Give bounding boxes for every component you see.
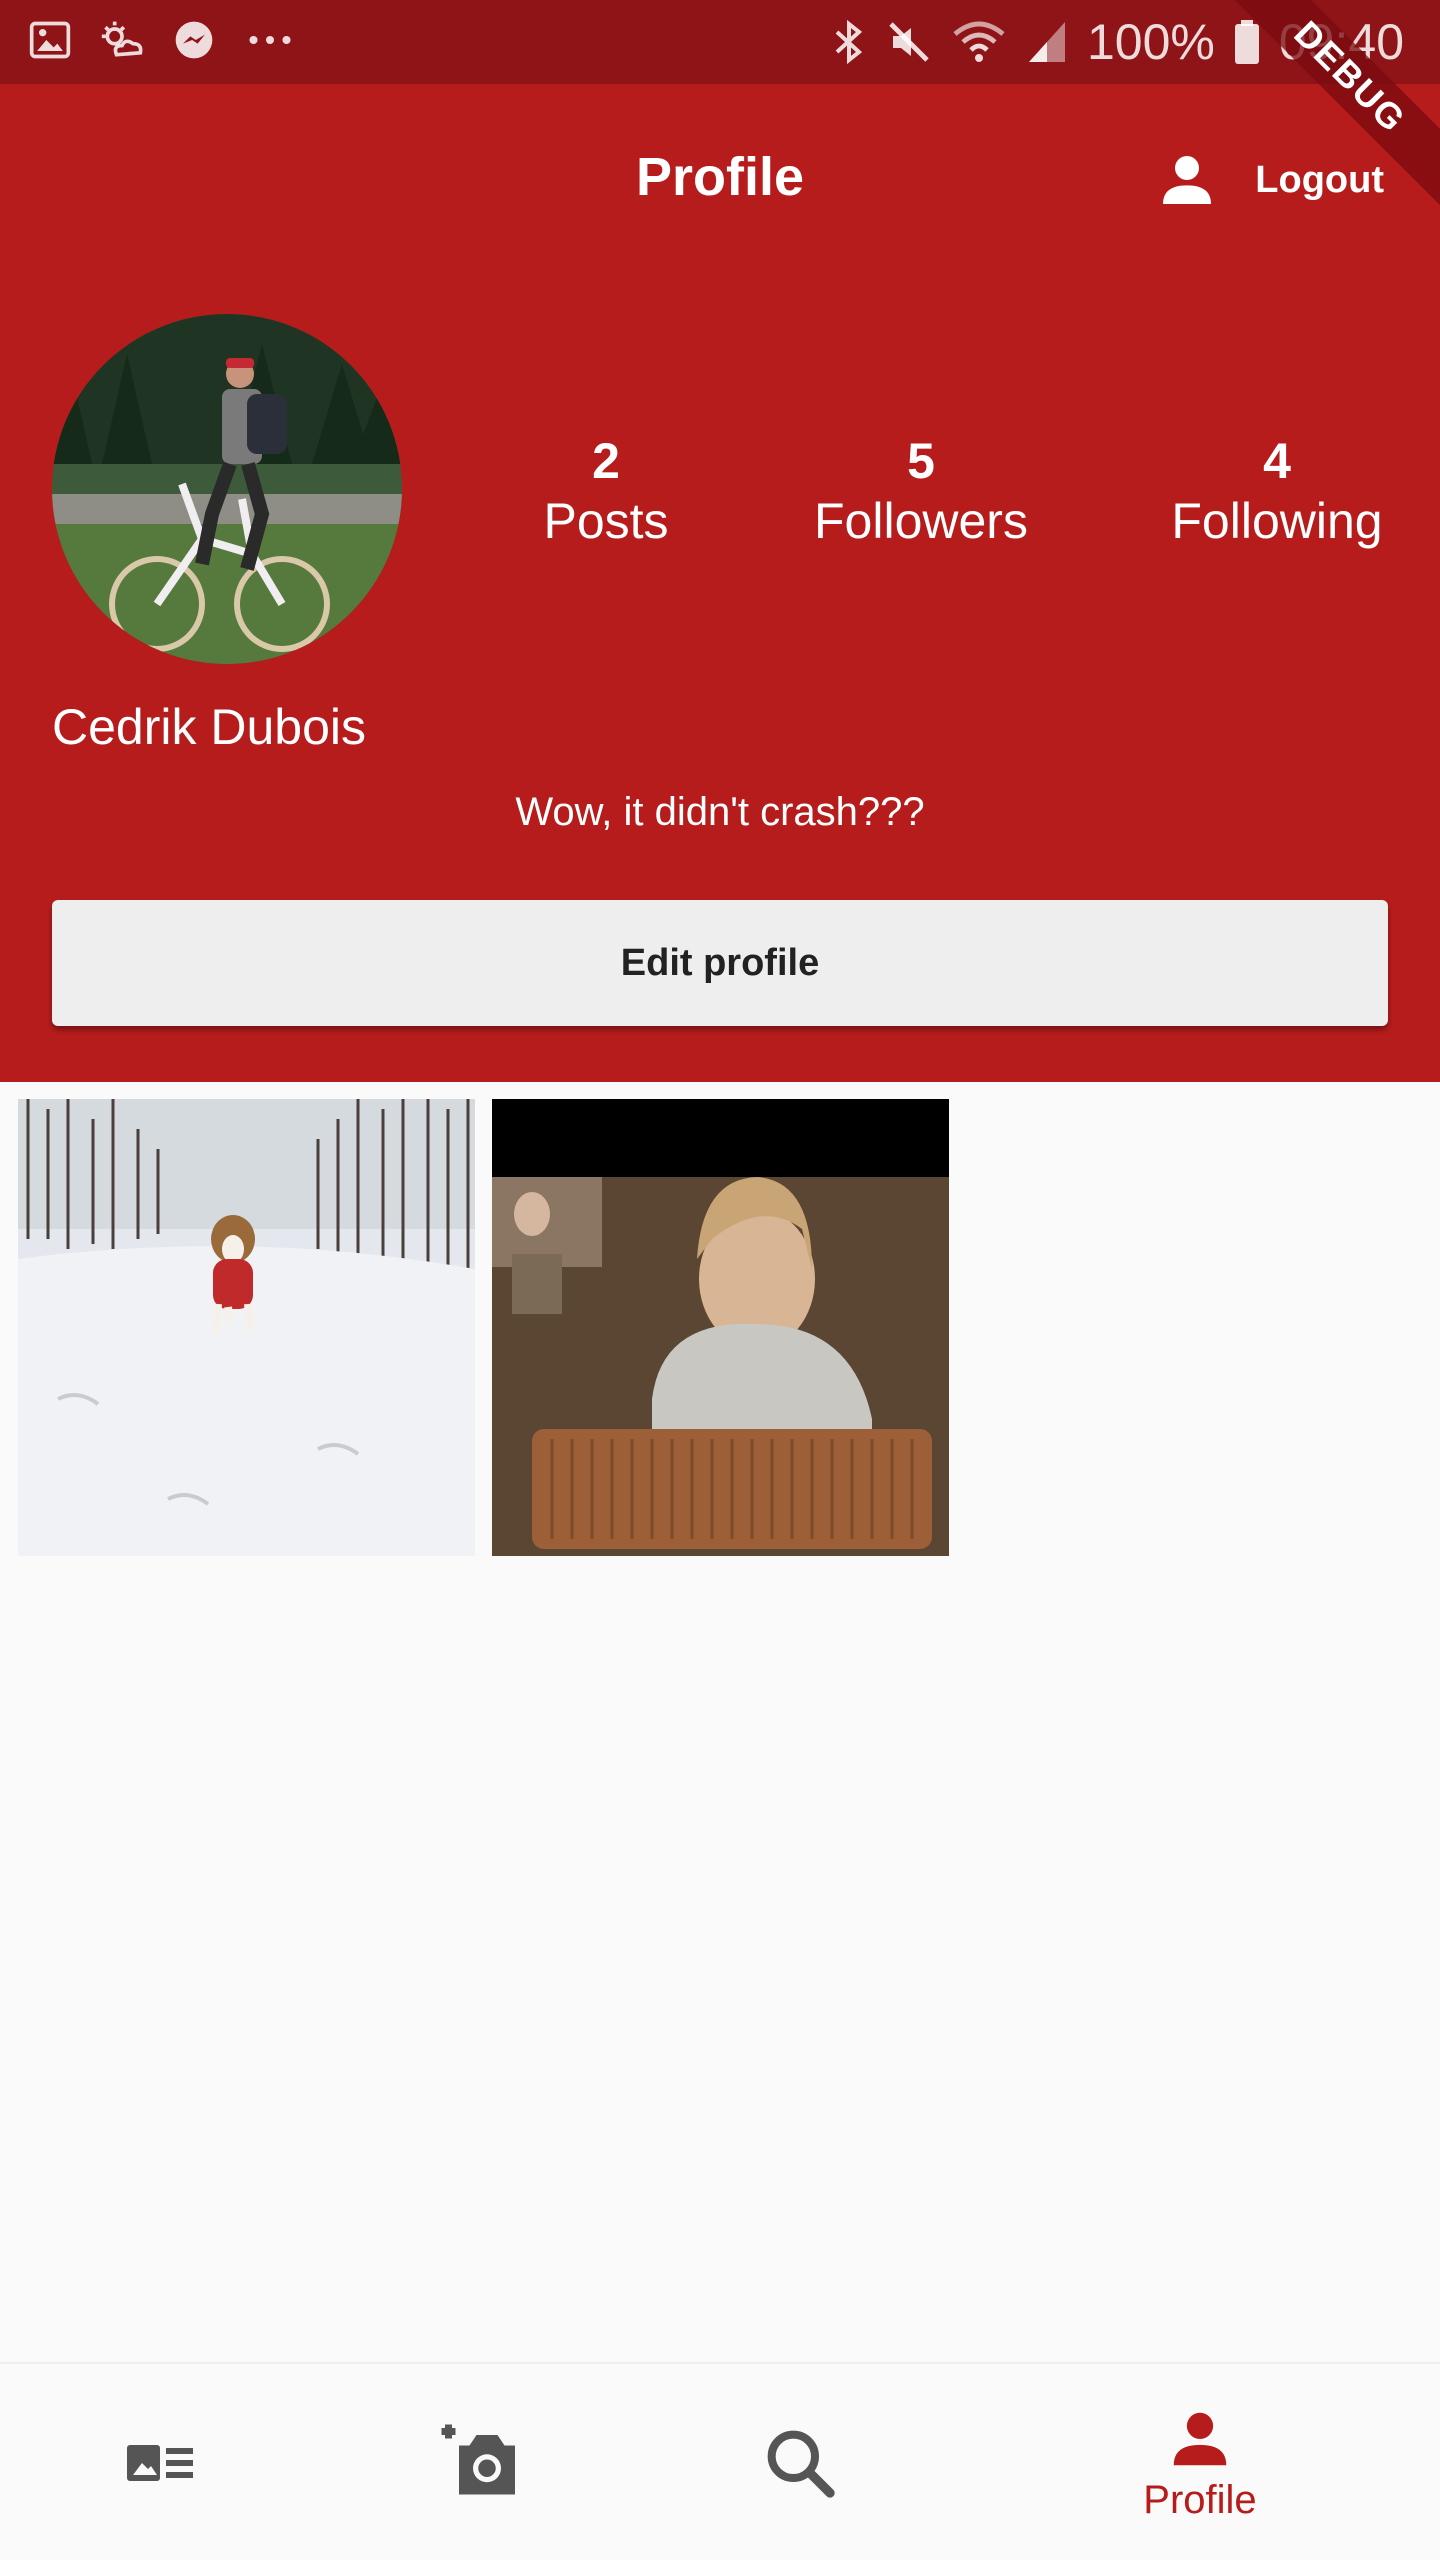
battery-icon (1234, 20, 1259, 64)
avatar[interactable] (52, 314, 402, 664)
profile-screen: 100% 09:40 DEBUG Profile Logout (0, 0, 1440, 2560)
posts-label: Posts (543, 493, 669, 549)
posts-count: 2 (592, 433, 620, 489)
bottom-navigation: Profile (0, 2362, 1440, 2560)
status-bar: 100% 09:40 (0, 0, 1440, 84)
nav-profile[interactable]: Profile (1040, 2364, 1360, 2560)
person-icon (1163, 156, 1212, 204)
following-count: 4 (1263, 433, 1291, 489)
logout-label: Logout (1255, 158, 1384, 201)
following-label: Following (1171, 493, 1383, 549)
search-icon (767, 2430, 835, 2498)
avatar-photo (52, 314, 402, 664)
stat-posts: 2 Posts (466, 432, 746, 552)
person-icon (1173, 2412, 1227, 2465)
stat-followers: 5 Followers (781, 432, 1061, 552)
wifi-icon (953, 21, 1005, 62)
nav-add-photo[interactable] (320, 2364, 640, 2560)
gallery-notification-icon (29, 21, 71, 59)
snow-dog-photo (18, 1099, 475, 1556)
nav-feed[interactable] (0, 2364, 320, 2560)
feed-icon (127, 2445, 193, 2481)
followers-label: Followers (814, 493, 1028, 549)
signal-icon (1028, 22, 1065, 62)
profile-header: Profile Logout 2 Posts 5 Followers 4 Fol… (0, 84, 1440, 1082)
messenger-icon (175, 21, 213, 59)
nav-search[interactable] (640, 2364, 960, 2560)
post-thumbnail[interactable] (18, 1099, 475, 1556)
video-call-photo (492, 1099, 949, 1556)
followers-count: 5 (907, 433, 935, 489)
battery-percentage: 100% (1086, 14, 1215, 70)
more-notifications-icon (249, 35, 291, 45)
weather-notification-icon (101, 21, 143, 57)
nav-profile-label: Profile (1143, 2477, 1257, 2522)
edit-profile-button[interactable]: Edit profile (52, 900, 1388, 1026)
mute-icon (889, 22, 929, 62)
bluetooth-icon (835, 19, 863, 65)
add-photo-icon (441, 2424, 515, 2495)
post-thumbnail[interactable] (492, 1099, 949, 1556)
profile-name: Cedrik Dubois (52, 699, 367, 755)
profile-bio: Wow, it didn't crash??? (515, 790, 925, 834)
stat-following: 4 Following (1137, 432, 1417, 552)
logout-button[interactable]: Logout (1155, 148, 1384, 212)
